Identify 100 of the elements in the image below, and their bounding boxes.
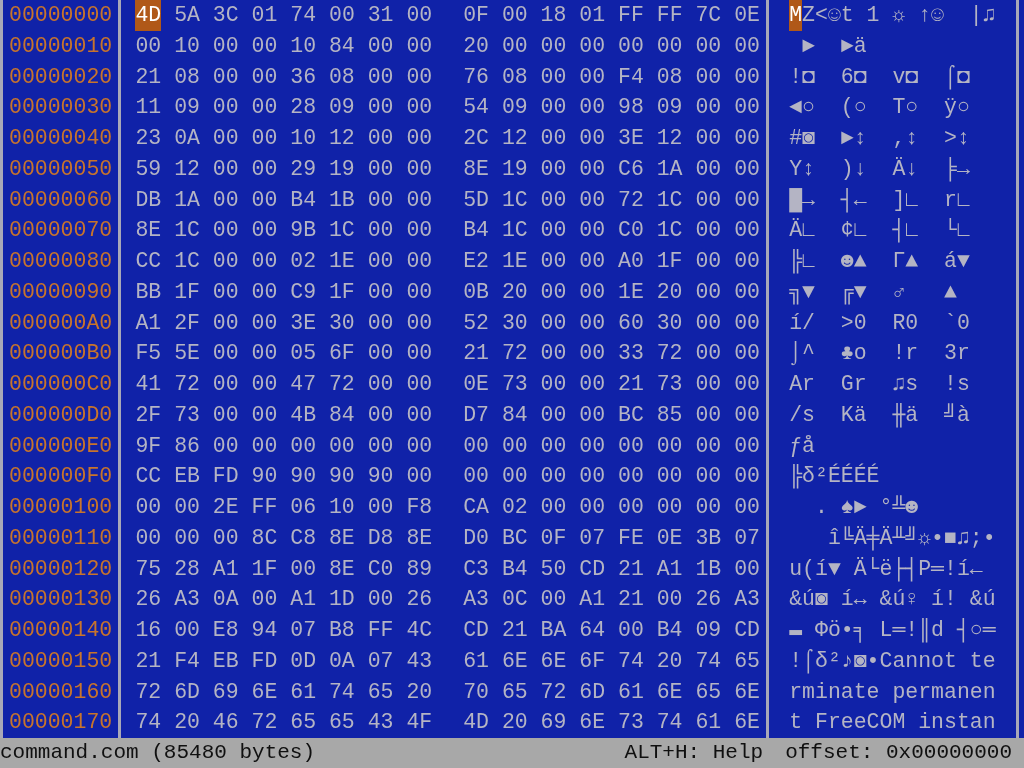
hex-bytes: 11 09 00 00 28 09 00 00 [135, 94, 433, 122]
offset-label: 00000070 [9, 217, 113, 245]
hex-bytes: 00 00 00 00 00 00 00 00 [463, 432, 760, 460]
ascii-text: #◙ ►↕ ,↕ >↕ [789, 125, 971, 152]
hex-bytes: CA 02 00 00 00 00 00 00 [463, 494, 760, 521]
ascii-text: rminate permanen [789, 678, 996, 706]
ascii-text: █→ ┤← ]∟ r∟ [789, 186, 971, 215]
hex-bytes: 00 00 00 8C C8 8E D8 8E [135, 524, 433, 552]
offset-label: 00000150 [9, 647, 113, 675]
hex-bytes: 8E 1C 00 00 9B 1C 00 00 [135, 217, 433, 245]
offset-label: 00000080 [9, 248, 113, 275]
ascii-text: /s Kä ╫ä ╝à [789, 401, 971, 430]
offset-label: 000000C0 [9, 371, 113, 398]
hex-bytes: 41 72 00 00 47 72 00 00 [135, 371, 433, 398]
ascii-text: Y↕ )↓ Ä↓ ╞→ [789, 155, 971, 184]
ascii-text: ► ►ä [801, 32, 868, 60]
hex-bytes: B4 1C 00 00 C0 1C 00 00 [463, 217, 760, 245]
hex-bytes: D0 BC 0F 07 FE 0E 3B 07 [463, 524, 760, 552]
ascii-text: í/ >0 R0 `0 [789, 309, 971, 337]
hex-bytes: C3 B4 50 CD 21 A1 1B 00 [463, 555, 760, 583]
hex-bytes: 74 20 46 72 65 65 43 4F [135, 709, 433, 737]
hex-bytes: 70 65 72 6D 61 6E 65 6E [463, 678, 760, 706]
offset-label: 00000040 [9, 125, 113, 152]
hex-bytes: DB 1A 00 00 B4 1B 00 00 [135, 186, 433, 214]
offset-label: 00000050 [9, 155, 113, 183]
hex-bytes: 23 0A 00 00 10 12 00 00 [135, 125, 433, 152]
offset-label: 000000D0 [9, 401, 113, 429]
ascii-text: &ú◙ í↔ &ú♀ í! &ú [789, 586, 996, 614]
hex-bytes: 00 00 00 00 00 00 00 00 [463, 463, 760, 491]
hex-bytes: 76 08 00 00 F4 08 00 00 [463, 63, 760, 91]
offset-label: 00000120 [9, 555, 113, 583]
ascii-text: ╠δ²ÉÉÉÉ [789, 462, 881, 491]
hex-bytes: 72 6D 69 6E 61 74 65 20 [135, 678, 433, 706]
hex-bytes: 4D 20 69 6E 73 74 61 6E [463, 709, 760, 737]
ascii-text: Ä∟ ¢∟ ┤∟ └∟ [789, 217, 971, 245]
hex-bytes: 26 A3 0A 00 A1 1D 00 26 [135, 586, 433, 614]
hex-bytes: 8E 19 00 00 C6 1A 00 00 [463, 155, 760, 183]
offset-label: 00000100 [9, 494, 113, 521]
offset-label: 00000030 [9, 94, 113, 122]
hex-bytes: 61 6E 6E 6F 74 20 74 65 [463, 647, 760, 675]
ascii-text: u(í▼ Ä└ë├┤P═!í← [789, 555, 984, 584]
file-info: command.com (85480 bytes) [0, 740, 316, 766]
hex-bytes: 75 28 A1 1F 00 8E C0 89 [135, 555, 433, 583]
hex-bytes: 54 09 00 00 98 09 00 00 [463, 94, 760, 122]
hex-bytes: 59 12 00 00 29 19 00 00 [135, 155, 433, 183]
offset-label: 000000F0 [9, 463, 113, 491]
ascii-text: . ♠► °╩☻ [813, 494, 920, 521]
hex-bytes: 21 72 00 00 33 72 00 00 [463, 340, 760, 368]
hex-bytes: 2C 12 00 00 3E 12 00 00 [463, 125, 760, 152]
hex-bytes: 0F 00 18 01 FF FF 7C 0E [463, 2, 760, 29]
hex-bytes: 21 F4 EB FD 0D 0A 07 43 [135, 647, 433, 675]
hex-bytes: 00 00 2E FF 06 10 00 F8 [135, 494, 433, 521]
offset-label: 00000010 [9, 32, 113, 60]
ascii-text: ▬ Φö•╕ L═!║d ┤○═ [789, 617, 996, 645]
offset-label: 00000110 [9, 524, 113, 552]
ascii-text: ⌡^ ♣o !r 3r [789, 340, 971, 368]
offset-readout: offset: 0x00000000 [785, 740, 1012, 766]
offset-label: 00000090 [9, 278, 113, 306]
offset-label: 00000170 [9, 709, 113, 737]
hex-bytes: A1 2F 00 00 3E 30 00 00 [135, 309, 433, 337]
ascii-text: !◘ 6◘ v◘ ⌠◘ [789, 63, 971, 92]
offset-label: 00000130 [9, 586, 113, 614]
offset-label: 00000020 [9, 63, 113, 91]
hex-bytes: A3 0C 00 A1 21 00 26 A3 [463, 586, 760, 614]
ascii-text: Z<☺t 1 ☼ ↑☺ |♫ [802, 2, 996, 29]
ascii-text: Ar Gr ♫s !s [789, 371, 971, 398]
hex-bytes: F5 5E 00 00 05 6F 00 00 [135, 340, 433, 368]
hex-bytes: BB 1F 00 00 C9 1F 00 00 [135, 278, 433, 306]
hex-bytes: 5A 3C 01 74 00 31 00 [173, 2, 433, 29]
offset-label: 00000060 [9, 186, 113, 214]
hex-bytes: 0E 73 00 00 21 73 00 00 [463, 371, 760, 398]
hex-bytes: 16 00 E8 94 07 B8 FF 4C [135, 617, 433, 644]
hex-bytes: CC EB FD 90 90 90 90 00 [135, 463, 433, 491]
hex-bytes: CC 1C 00 00 02 1E 00 00 [135, 248, 433, 275]
cursor-byte: 4D [135, 0, 162, 31]
offset-label: 00000160 [9, 678, 113, 706]
offset-label: 00000000 [9, 2, 113, 29]
offset-label: 00000140 [9, 617, 113, 644]
hex-bytes: 52 30 00 00 60 30 00 00 [463, 309, 760, 337]
ascii-text: ╠∟ ☻▲ Γ▲ á▼ [789, 248, 971, 276]
offset-label: 000000A0 [9, 309, 113, 337]
hex-bytes: 2F 73 00 00 4B 84 00 00 [135, 401, 433, 429]
offset-label: 000000B0 [9, 340, 113, 368]
hex-bytes: CD 21 BA 64 00 B4 09 CD [463, 617, 760, 644]
hex-bytes: E2 1E 00 00 A0 1F 00 00 [463, 248, 760, 275]
ascii-text: ◄○ (○ T○ ÿ○ [789, 94, 971, 122]
ascii-text: î╚Ä╪Ä╨╝☼•■♫;• [826, 524, 996, 553]
hex-bytes: 20 00 00 00 00 00 00 00 [463, 32, 760, 60]
ascii-text: ƒå [789, 432, 816, 460]
hex-bytes: 21 08 00 00 36 08 00 00 [135, 63, 433, 91]
offset-label: 000000E0 [9, 432, 113, 460]
ascii-text: t FreeCOM instan [789, 709, 996, 737]
hex-bytes: 00 10 00 00 10 84 00 00 [135, 32, 433, 60]
hex-bytes: 9F 86 00 00 00 00 00 00 [135, 432, 433, 460]
hex-bytes: 0B 20 00 00 1E 20 00 00 [463, 278, 760, 306]
help-hint: ALT+H: Help [624, 740, 764, 766]
ascii-text: ╗▼ ╔▼ ♂ ▲ [789, 278, 958, 307]
hex-bytes: 5D 1C 00 00 72 1C 00 00 [463, 186, 760, 214]
hex-bytes: D7 84 00 00 BC 85 00 00 [463, 401, 760, 429]
ascii-text: !⌠δ²♪◙•Cannot te [789, 647, 996, 676]
